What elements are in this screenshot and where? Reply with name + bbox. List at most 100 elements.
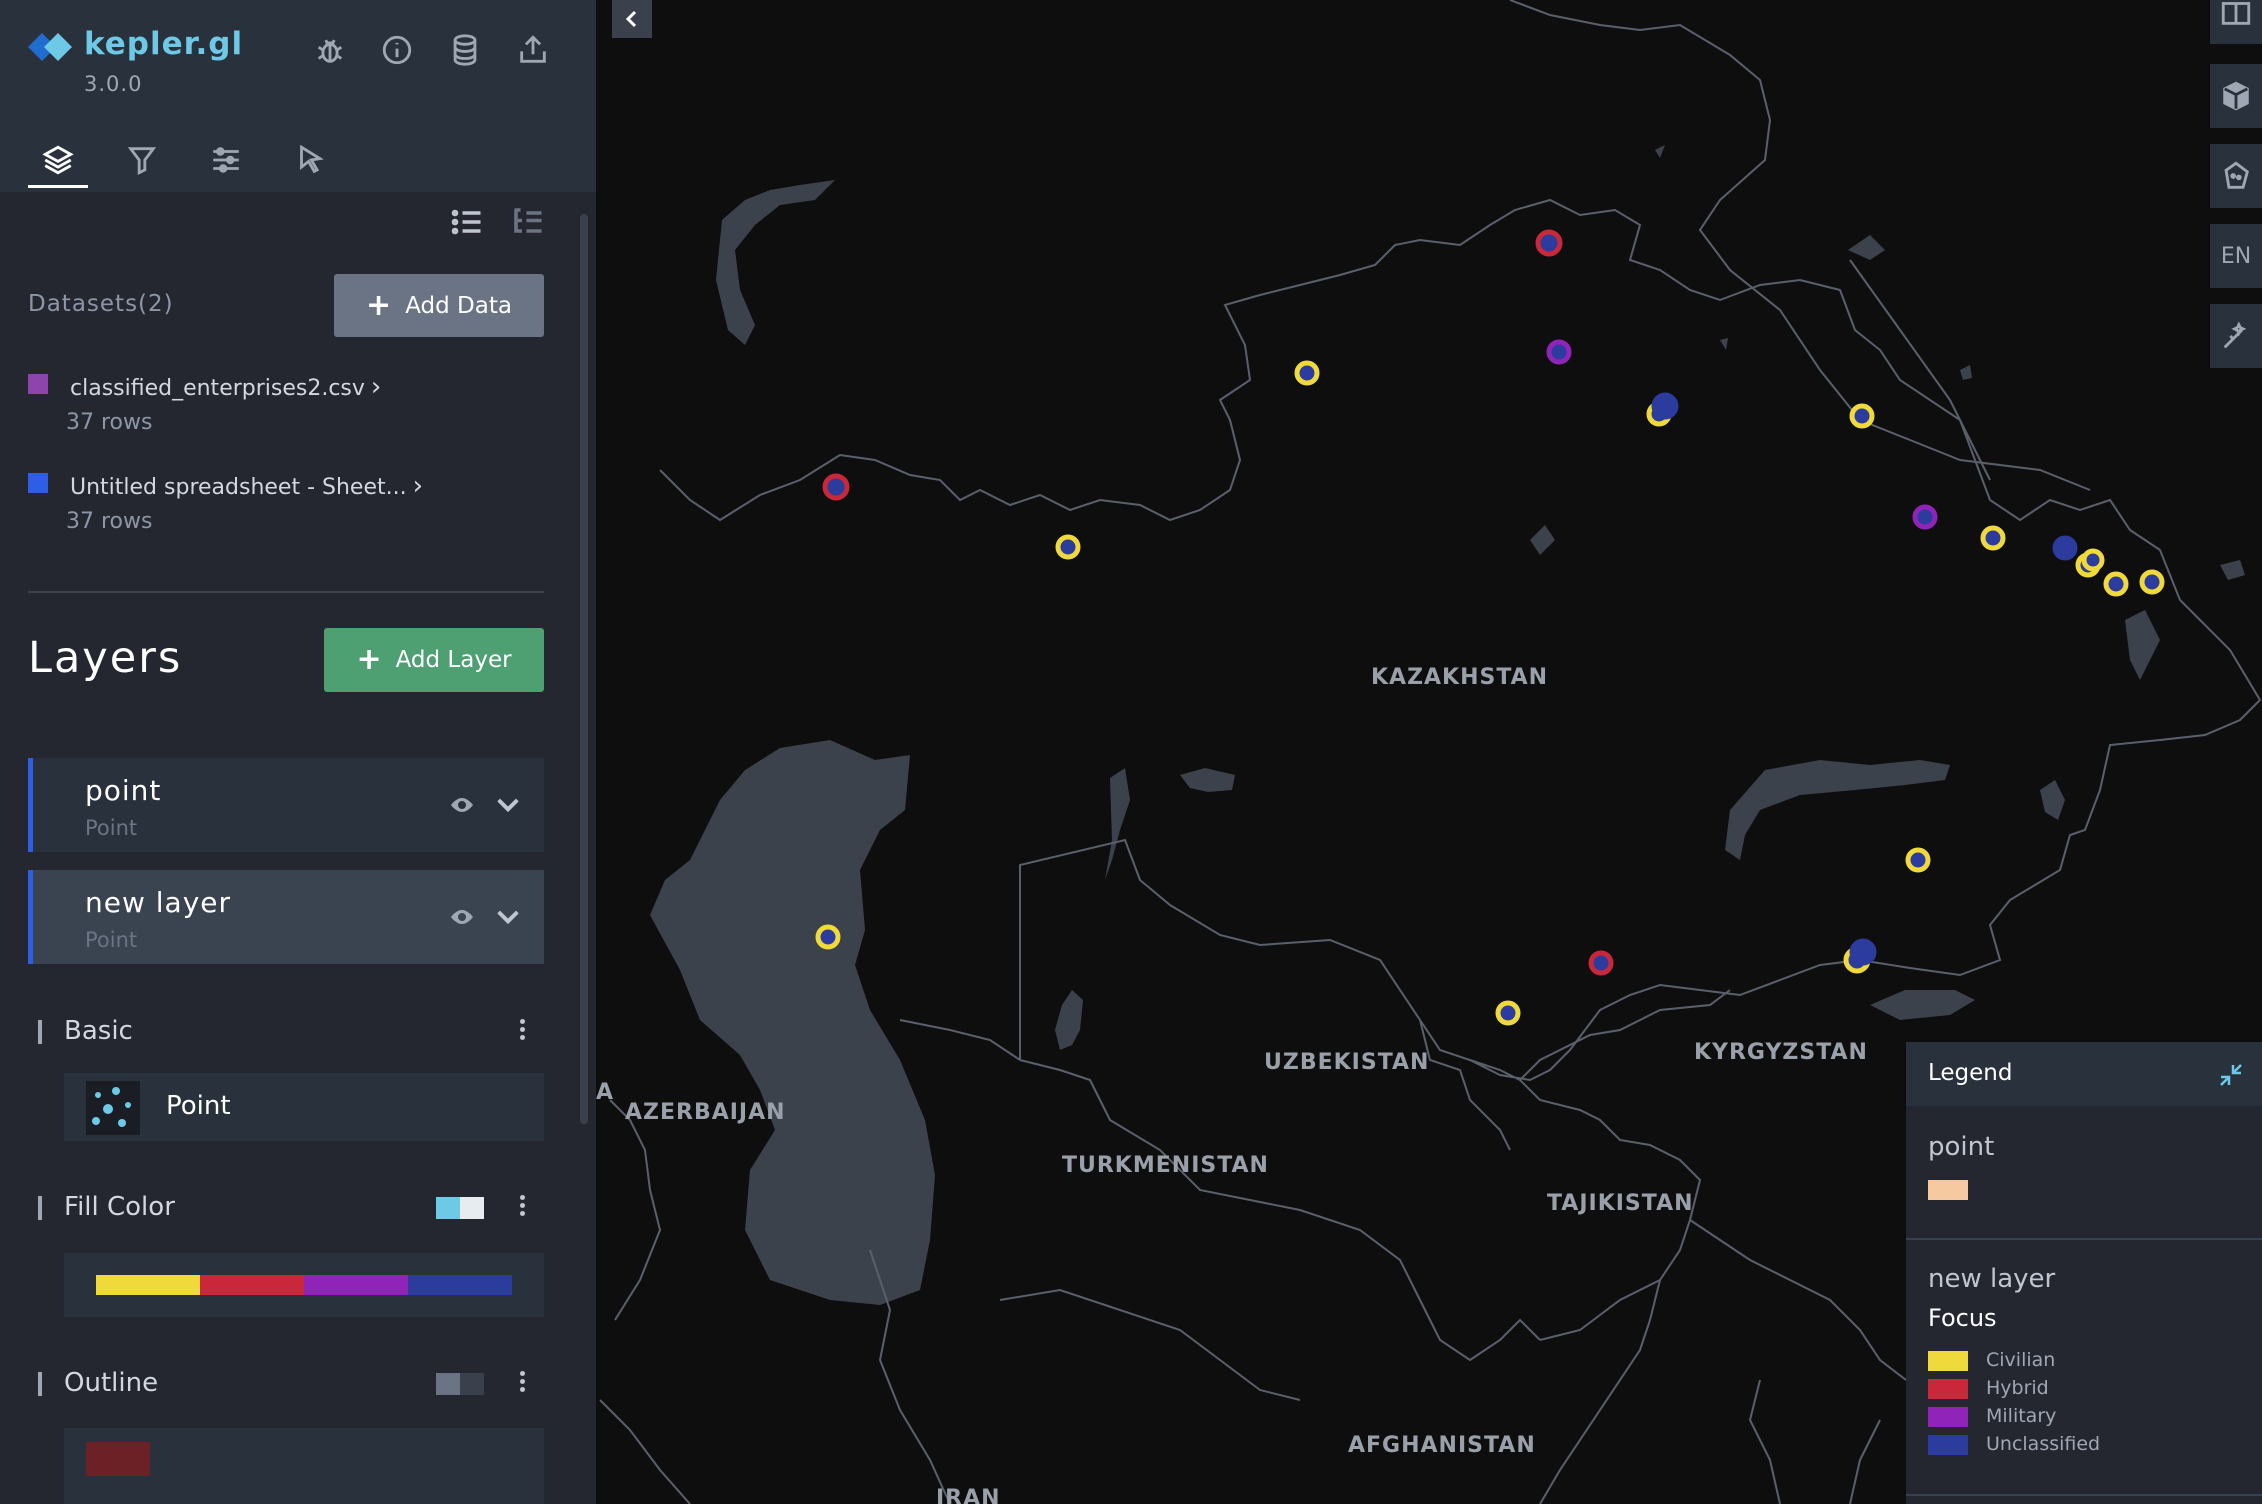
map-legend: Legend point new layer Focus Civilian Hy… <box>1906 1042 2262 1504</box>
section-marker <box>38 1372 42 1396</box>
legend-field-name: Focus <box>1928 1304 1997 1332</box>
list-icon <box>451 209 481 235</box>
3d-view-button[interactable] <box>2210 64 2262 128</box>
map-point[interactable] <box>2052 535 2078 561</box>
dataset-item-name[interactable]: Untitled spreadsheet - Sheet... › <box>70 471 423 501</box>
dataset-row-count: 37 rows <box>66 509 153 534</box>
map-point[interactable] <box>1912 504 1938 530</box>
section-marker <box>38 1196 42 1220</box>
more-options-icon[interactable] <box>516 1016 528 1048</box>
outline-color-select[interactable] <box>64 1428 544 1504</box>
palette-color-military <box>304 1275 408 1295</box>
map-point[interactable] <box>1980 525 2006 551</box>
color-palette-bar <box>96 1275 512 1295</box>
legend-item-label: Hybrid <box>1986 1377 2049 1399</box>
collapse-icon[interactable] <box>2218 1062 2244 1088</box>
filter-icon <box>127 147 157 176</box>
map-point[interactable] <box>1546 339 1572 365</box>
map-point[interactable] <box>2139 569 2165 595</box>
datasets-title: Datasets(2) <box>28 291 174 317</box>
chevron-down-icon[interactable] <box>492 900 524 932</box>
tab-filters[interactable] <box>110 130 174 190</box>
tree-view-toggle[interactable] <box>510 204 546 240</box>
app-version: 3.0.0 <box>84 72 143 96</box>
side-panel-header: kepler.gl 3.0.0 <box>0 0 596 192</box>
layer-name: new layer <box>85 886 232 919</box>
map-point[interactable] <box>2081 548 2105 572</box>
dataset-item-name[interactable]: classified_enterprises2.csv › <box>70 372 381 402</box>
map-legend-toggle[interactable] <box>2210 304 2262 368</box>
map-point[interactable] <box>1294 360 1320 386</box>
map-point[interactable] <box>815 924 841 950</box>
chevron-down-icon[interactable] <box>492 788 524 820</box>
tab-layers[interactable] <box>26 130 90 190</box>
legend-swatch <box>1928 1351 1968 1371</box>
more-options-icon[interactable] <box>516 1192 528 1224</box>
section-marker <box>38 1020 42 1044</box>
dataset-color-swatch[interactable] <box>28 473 48 493</box>
tab-settings[interactable] <box>194 130 258 190</box>
language-label: EN <box>2220 243 2252 269</box>
collapse-sidebar-button[interactable] <box>612 0 652 38</box>
map-point[interactable] <box>1588 950 1614 976</box>
map-point[interactable] <box>1849 403 1875 429</box>
outline-color-swatch <box>86 1442 150 1476</box>
divider <box>1906 1238 2262 1240</box>
kepler-logo-icon <box>28 33 72 61</box>
chevron-right-icon: › <box>412 471 424 501</box>
dataset-row-count: 37 rows <box>66 410 153 435</box>
cube-icon <box>2223 81 2249 111</box>
layer-type-label: Point <box>166 1091 231 1121</box>
app-name: kepler.gl <box>84 26 244 62</box>
palette-color-unclassified <box>408 1275 512 1295</box>
point-layer-icon <box>86 1081 140 1135</box>
map-point[interactable] <box>1849 938 1877 966</box>
plus-icon: + <box>366 287 392 323</box>
legend-layer-name: point <box>1928 1132 1995 1162</box>
layer-item-new-layer[interactable]: new layer Point <box>28 870 544 964</box>
outline-toggle-swatch[interactable] <box>436 1373 484 1395</box>
map-point[interactable] <box>1535 229 1563 257</box>
dataset-color-swatch[interactable] <box>28 374 48 394</box>
legend-swatch <box>1928 1379 1968 1399</box>
language-button[interactable]: EN <box>2210 224 2262 288</box>
sidebar-scrollbar[interactable] <box>580 214 588 1124</box>
sliders-icon <box>213 147 239 173</box>
draw-polygon-button[interactable] <box>2210 144 2262 208</box>
color-palette-select[interactable] <box>64 1253 544 1317</box>
more-options-icon[interactable] <box>516 1368 528 1400</box>
map-point[interactable] <box>1055 534 1081 560</box>
legend-swatch <box>1928 1180 1968 1200</box>
map-point[interactable] <box>1651 392 1679 420</box>
split-map-button[interactable] <box>2210 0 2262 44</box>
add-data-button[interactable]: + Add Data <box>334 274 544 337</box>
layers-icon <box>42 145 74 175</box>
layer-name: point <box>85 774 162 807</box>
palette-color-civilian <box>96 1275 200 1295</box>
legend-title: Legend <box>1928 1060 2013 1086</box>
legend-swatch <box>1928 1435 1968 1455</box>
share-icon[interactable] <box>513 30 553 70</box>
map-point[interactable] <box>822 473 850 501</box>
legend-header: Legend <box>1906 1042 2262 1106</box>
tab-interactions[interactable] <box>278 130 342 190</box>
section-title-fill-color: Fill Color <box>64 1192 175 1222</box>
layer-type: Point <box>85 816 138 840</box>
map-point[interactable] <box>2103 571 2129 597</box>
database-icon[interactable] <box>445 30 485 70</box>
legend-swatch <box>1928 1407 1968 1427</box>
layer-item-point[interactable]: point Point <box>28 758 544 852</box>
layer-type-select[interactable]: Point <box>64 1073 544 1141</box>
info-icon[interactable] <box>377 30 417 70</box>
map-point[interactable] <box>1905 847 1931 873</box>
tree-list-icon <box>514 208 542 233</box>
add-layer-button[interactable]: + Add Layer <box>324 628 544 692</box>
chevron-right-icon: › <box>370 372 382 402</box>
eye-icon[interactable] <box>448 794 476 816</box>
fill-color-range-swatch[interactable] <box>436 1197 484 1219</box>
map-point[interactable] <box>1495 1000 1521 1026</box>
list-view-toggle[interactable] <box>449 204 485 240</box>
eye-icon[interactable] <box>448 906 476 928</box>
side-panel: kepler.gl 3.0.0 Datasets(2) + Add Data c… <box>0 0 596 1504</box>
bug-icon[interactable] <box>310 30 350 70</box>
